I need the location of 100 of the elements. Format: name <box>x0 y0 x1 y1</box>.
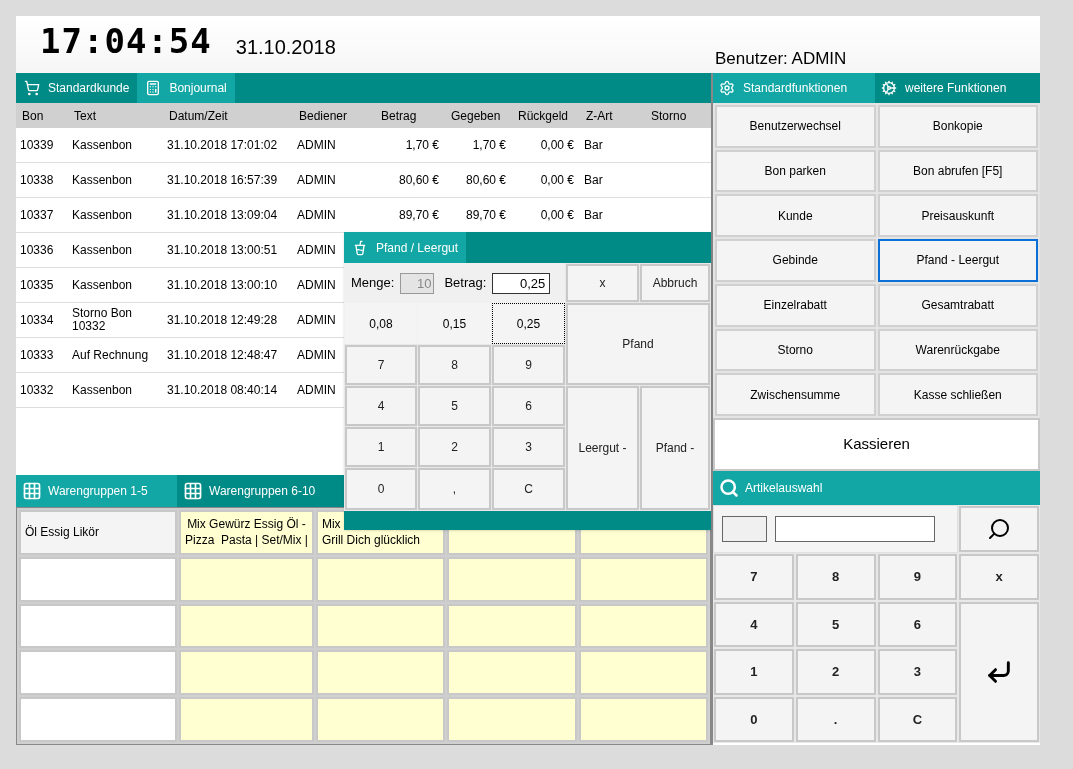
column-header[interactable]: Rückgeld <box>512 103 580 128</box>
product-group-button[interactable] <box>19 603 177 649</box>
keypad-key[interactable]: 4 <box>345 386 417 427</box>
function-button[interactable]: Storno <box>715 328 876 372</box>
product-group-button[interactable] <box>447 556 577 602</box>
product-group-button[interactable] <box>447 650 577 696</box>
product-group-button[interactable] <box>447 603 577 649</box>
product-group-button[interactable] <box>315 603 446 649</box>
settings-icon <box>719 80 735 96</box>
product-group-button[interactable] <box>315 697 446 742</box>
amount-field[interactable]: 0,25 <box>492 272 551 294</box>
product-group-button[interactable] <box>447 697 577 742</box>
keypad-key[interactable]: 6 <box>877 601 958 647</box>
keypad-key[interactable]: 8 <box>418 345 491 386</box>
product-group-button[interactable] <box>179 603 314 649</box>
keypad-key[interactable]: 7 <box>345 345 417 386</box>
keypad-key[interactable]: , <box>418 468 491 511</box>
function-button[interactable]: Bon abrufen [F5] <box>877 149 1038 193</box>
cup-icon <box>352 239 368 256</box>
deposit-button[interactable]: Pfand <box>566 303 710 386</box>
product-group-button[interactable] <box>578 603 708 649</box>
amount-label: Betrag: <box>444 274 487 293</box>
product-group-button[interactable] <box>19 697 177 742</box>
column-header[interactable]: Storno <box>645 103 711 128</box>
keypad-key[interactable]: 0 <box>714 696 794 742</box>
input-field[interactable] <box>722 516 767 542</box>
function-button[interactable]: Kunde <box>715 194 876 238</box>
function-button[interactable]: Benutzerwechsel <box>715 105 876 148</box>
preset-button[interactable]: 0,08 <box>345 303 417 345</box>
search-button[interactable] <box>959 506 1039 552</box>
function-button[interactable]: Bonkopie <box>877 105 1038 148</box>
table-cell-text: Auf Rechnung <box>71 348 150 362</box>
keypad-key[interactable]: 5 <box>795 601 876 647</box>
keypad-key[interactable]: 9 <box>877 554 958 600</box>
table-cell-text: 10339 <box>19 138 55 152</box>
function-button[interactable]: Warenrückgabe <box>877 328 1038 372</box>
product-group-button[interactable] <box>315 650 446 696</box>
function-button[interactable]: Einzelrabatt <box>715 283 876 327</box>
column-header[interactable]: Datum/Zeit <box>163 103 293 128</box>
product-group-button[interactable] <box>315 556 446 602</box>
product-group-button[interactable] <box>19 650 177 696</box>
table-cell-text: 0,00 € <box>540 173 575 187</box>
column-header[interactable]: Gegeben <box>445 103 512 128</box>
tab[interactable]: Standardkunde <box>16 73 138 103</box>
article-input-field[interactable] <box>775 516 935 542</box>
keypad-key[interactable]: 3 <box>877 649 958 695</box>
product-group-button[interactable] <box>578 556 708 602</box>
table-cell-text: ADMIN <box>296 348 337 362</box>
cancel-button[interactable]: Abbruch <box>640 264 710 303</box>
keypad-key[interactable]: . <box>795 696 876 742</box>
function-button[interactable]: Bon parken <box>715 149 876 193</box>
table-cell-text: 31.10.2018 12:49:28 <box>166 313 279 327</box>
product-group-button[interactable] <box>179 556 314 602</box>
keypad-key[interactable]: x <box>959 554 1039 600</box>
keypad-key[interactable]: 5 <box>418 386 491 427</box>
keypad-key[interactable]: 2 <box>418 427 491 468</box>
column-header[interactable]: Bediener <box>293 103 375 128</box>
function-button[interactable]: Kasse schließen <box>877 373 1038 416</box>
keypad-key[interactable]: 7 <box>714 554 794 600</box>
keypad-key[interactable]: C <box>492 468 565 511</box>
product-group-button[interactable] <box>179 650 314 696</box>
section-title: Artikelauswahl <box>745 480 823 497</box>
table-cell-text: Kassenbon <box>71 383 134 397</box>
table-cell-text: 0,00 € <box>540 208 575 222</box>
enter-button[interactable] <box>959 601 1039 742</box>
close-button[interactable]: x <box>566 264 639 303</box>
column-header[interactable]: Text <box>68 103 163 128</box>
column-header[interactable]: Z-Art <box>580 103 645 128</box>
keypad-key[interactable]: C <box>877 696 958 742</box>
table-cell-text: ADMIN <box>296 138 337 152</box>
empties-minus-button[interactable]: Leergut - <box>566 386 639 511</box>
keypad-key[interactable]: 8 <box>795 554 876 600</box>
keypad-key[interactable]: 6 <box>492 386 565 427</box>
table-cell-text: 80,60 € <box>398 173 440 187</box>
keypad-key[interactable]: 0 <box>345 468 417 511</box>
product-group-button[interactable]: Mix Gewürz Essig Öl - Pizza Pasta | Set/Mix | <box>179 510 314 555</box>
preset-button[interactable]: 0,15 <box>418 303 491 345</box>
keypad-key[interactable]: 9 <box>492 345 565 386</box>
keypad-key[interactable]: 2 <box>795 649 876 695</box>
product-group-button[interactable] <box>179 697 314 742</box>
tab[interactable]: weitere Funktionen <box>875 73 1037 103</box>
column-header[interactable]: Bon <box>16 103 68 128</box>
function-button[interactable]: Zwischensumme <box>715 373 876 416</box>
product-group-button[interactable]: Öl Essig Likör <box>19 510 177 555</box>
function-button[interactable]: Gesamtrabatt <box>877 283 1038 327</box>
deposit-minus-button[interactable]: Pfand - <box>640 386 710 511</box>
product-group-button[interactable] <box>578 697 708 742</box>
function-button[interactable]: Pfand - Leergut <box>877 239 1038 282</box>
keypad-key[interactable]: 1 <box>714 649 794 695</box>
keypad-key[interactable]: 1 <box>345 427 417 468</box>
product-group-button[interactable] <box>19 556 177 602</box>
product-group-button[interactable] <box>578 650 708 696</box>
keypad-key[interactable]: 4 <box>714 601 794 647</box>
function-button[interactable]: Preisauskunft <box>877 194 1038 238</box>
function-button[interactable]: Gebinde <box>715 239 876 282</box>
column-header[interactable]: Betrag <box>375 103 445 128</box>
checkout-button[interactable]: Kassieren <box>713 418 1040 471</box>
tab[interactable]: Warengruppen 6-10 <box>177 475 338 507</box>
preset-button[interactable]: 0,25 <box>492 303 565 345</box>
keypad-key[interactable]: 3 <box>492 427 565 468</box>
